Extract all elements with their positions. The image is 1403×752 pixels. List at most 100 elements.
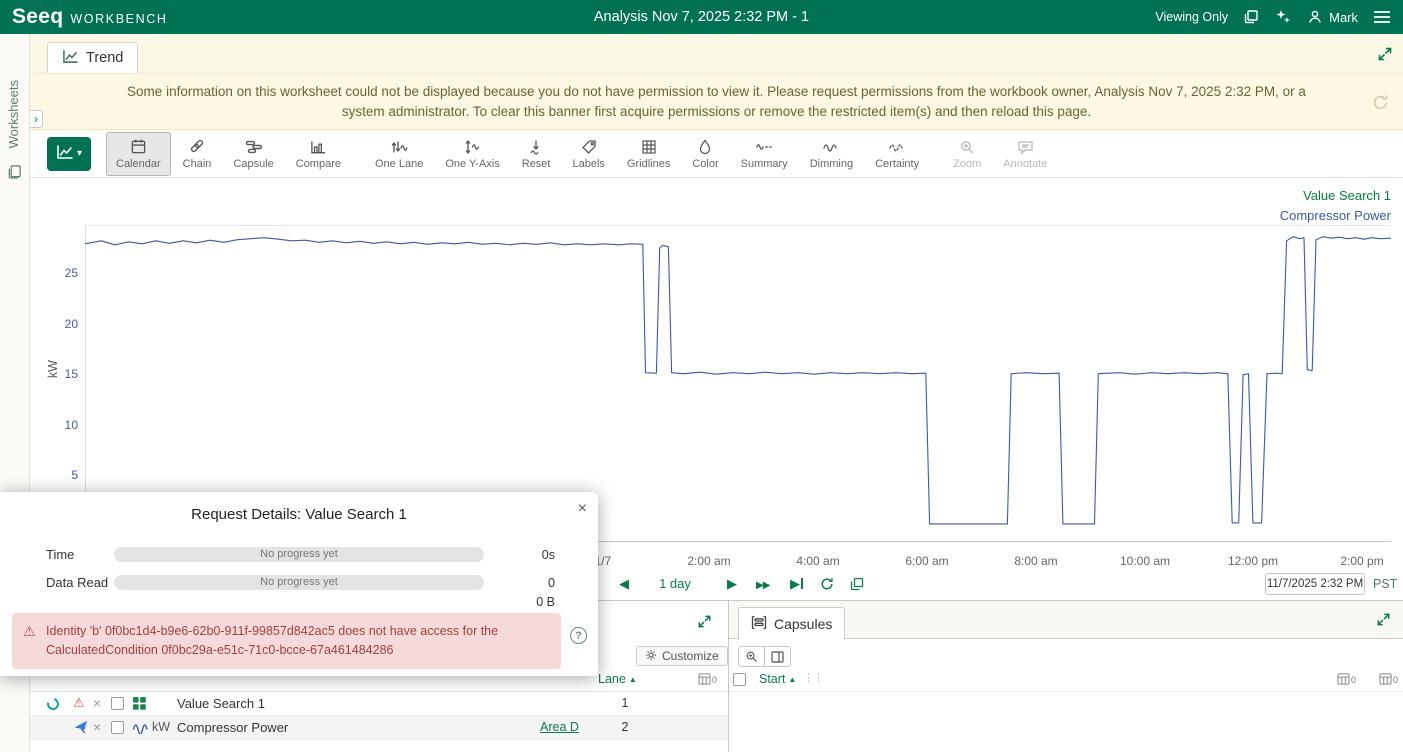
toolbar-annotate-button[interactable]: Annotate — [993, 132, 1057, 176]
column-header-start[interactable]: Start ▲ — [759, 672, 796, 686]
column-header-lane[interactable]: Lane ▲ — [598, 672, 637, 686]
magnifier-icon — [745, 650, 758, 663]
help-glyph: ? — [575, 630, 582, 642]
refresh-range-icon[interactable] — [820, 577, 834, 596]
item-unit: kW — [152, 720, 170, 734]
progress-text: No progress yet — [260, 576, 338, 588]
hidden-items-count[interactable]: 0 — [698, 673, 717, 685]
toolbar-label: One Lane — [375, 158, 423, 170]
capsule-count-grid[interactable]: 0 — [1337, 673, 1356, 685]
toolbar-label: Gridlines — [627, 158, 670, 170]
toolbar-zoom-button[interactable]: Zoom — [943, 132, 991, 176]
ai-sparkle-icon[interactable] — [1274, 8, 1292, 26]
table-row-value-search[interactable]: ⚠ × Value Search 1 1 — [30, 692, 728, 716]
duplicate-range-icon[interactable] — [850, 577, 864, 596]
table-row-compressor-power[interactable]: ⋮ × kW Compressor Power Area D 2 — [30, 716, 728, 740]
sort-asc-icon: ▲ — [788, 675, 796, 684]
toolbar-calendar-button[interactable]: Calendar — [106, 132, 171, 176]
column-grip-icon[interactable]: ⋮⋮ — [803, 671, 823, 684]
row-checkbox[interactable] — [111, 721, 124, 734]
trend-line — [85, 237, 1391, 524]
toolbar-label: One Y-Axis — [445, 158, 499, 170]
toolbar-certainty-button[interactable]: Certainty — [865, 132, 929, 176]
remove-item-icon[interactable]: × — [93, 719, 101, 735]
user-menu[interactable]: Mark — [1307, 9, 1358, 25]
worksheets-label: Worksheets — [6, 80, 21, 148]
step-back-icon[interactable]: ◀ — [619, 575, 629, 593]
start-header-label: Start — [759, 672, 785, 686]
remove-item-icon[interactable]: × — [93, 695, 101, 711]
toolbar-label: Dimming — [810, 158, 853, 170]
expand-worksheets-button[interactable]: › — [30, 110, 43, 128]
help-icon[interactable]: ? — [570, 627, 587, 644]
request-details-dialog: × Request Details: Value Search 1 Time N… — [0, 492, 598, 676]
toolbar-label: Capsule — [233, 158, 273, 170]
labels-icon — [581, 137, 597, 155]
tab-trend[interactable]: Trend — [47, 42, 138, 73]
header-actions: Viewing Only Mark — [1155, 0, 1391, 34]
capsules-icon — [751, 615, 767, 633]
expand-trend-view-icon[interactable] — [1377, 46, 1393, 67]
condition-icon — [132, 696, 147, 714]
asset-link[interactable]: Area D — [540, 720, 579, 734]
fast-forward-icon[interactable]: ▶▶ — [756, 577, 769, 595]
dialog-title: Request Details: Value Search 1 — [0, 506, 598, 523]
step-to-end-icon[interactable]: ▶ — [790, 575, 803, 593]
capsule-icon — [245, 137, 263, 155]
send-icon[interactable] — [73, 719, 88, 737]
toolbar-compare-button[interactable]: Compare — [286, 132, 351, 176]
one-y-axis-icon — [464, 137, 482, 155]
warning-icon[interactable]: ⚠ — [73, 695, 85, 711]
item-name[interactable]: Value Search 1 — [177, 696, 265, 711]
toolbar-label: Chain — [183, 158, 212, 170]
toolbar-gridlines-button[interactable]: Gridlines — [617, 132, 680, 176]
toolbar-dimming-button[interactable]: Dimming — [800, 132, 863, 176]
toolbar-capsule-button[interactable]: Capsule — [223, 132, 283, 176]
x-tick-8am: 8:00 am — [1014, 554, 1057, 568]
expand-capsules-icon[interactable] — [1376, 612, 1391, 632]
customize-button[interactable]: Customize — [636, 646, 728, 666]
toolbar-labels-button[interactable]: Labels — [563, 132, 615, 176]
capsule-count-grid-2[interactable]: 0 — [1379, 673, 1398, 685]
duplicate-worksheet-icon[interactable] — [1243, 9, 1259, 25]
x-tick-4am: 4:00 am — [796, 554, 839, 568]
reload-banner-icon[interactable] — [1371, 93, 1390, 118]
toolbar-chain-button[interactable]: Chain — [173, 132, 222, 176]
capsules-panel: Capsules Start ▲ ⋮⋮ 0 — [728, 600, 1403, 752]
display-type-dropdown[interactable]: ▾ — [47, 137, 91, 171]
toolbar-one-lane-button[interactable]: One Lane — [365, 132, 433, 176]
tab-capsules[interactable]: Capsules — [738, 607, 845, 640]
gear-icon — [645, 649, 657, 664]
toolbar-reset-button[interactable]: Reset — [512, 132, 561, 176]
expand-details-icon[interactable] — [697, 614, 712, 634]
display-range-end-input[interactable] — [1265, 573, 1365, 595]
caret-down-icon: ▾ — [77, 148, 82, 159]
x-tick-2am: 2:00 am — [687, 554, 730, 568]
table-grid-icon — [1337, 673, 1350, 685]
toolbar-summary-button[interactable]: Summary — [731, 132, 798, 176]
timezone-label[interactable]: PST — [1373, 577, 1397, 591]
toolbar-label: Color — [692, 158, 718, 170]
x-tick-6am: 6:00 am — [905, 554, 948, 568]
time-label: Time — [46, 547, 74, 562]
data-read-bytes: 0 B — [495, 595, 555, 609]
select-all-checkbox[interactable] — [733, 673, 746, 686]
user-name: Mark — [1329, 10, 1358, 25]
toolbar-color-button[interactable]: Color — [682, 132, 728, 176]
compare-icon — [310, 137, 327, 155]
row-checkbox[interactable] — [111, 697, 124, 710]
data-read-label: Data Read — [46, 575, 108, 590]
hamburger-menu-icon[interactable] — [1373, 10, 1391, 24]
duration-label[interactable]: 1 day — [645, 575, 705, 593]
lane-header-label: Lane — [598, 672, 626, 686]
magnifier-button[interactable] — [738, 646, 765, 667]
color-icon — [698, 137, 712, 155]
loading-spinner-icon — [45, 696, 61, 712]
progress-text: No progress yet — [260, 548, 338, 560]
step-forward-icon[interactable]: ▶ — [727, 575, 737, 593]
permission-error-alert: ⚠ Ident­ity 'b' 0f0bc1d4-b9e6-62b0-911f-… — [12, 613, 561, 669]
item-name[interactable]: Compressor Power — [177, 720, 288, 735]
toolbar-one-y-axis-button[interactable]: One Y-Axis — [435, 132, 509, 176]
dimming-icon — [822, 137, 840, 155]
panel-layout-button[interactable] — [764, 646, 791, 667]
